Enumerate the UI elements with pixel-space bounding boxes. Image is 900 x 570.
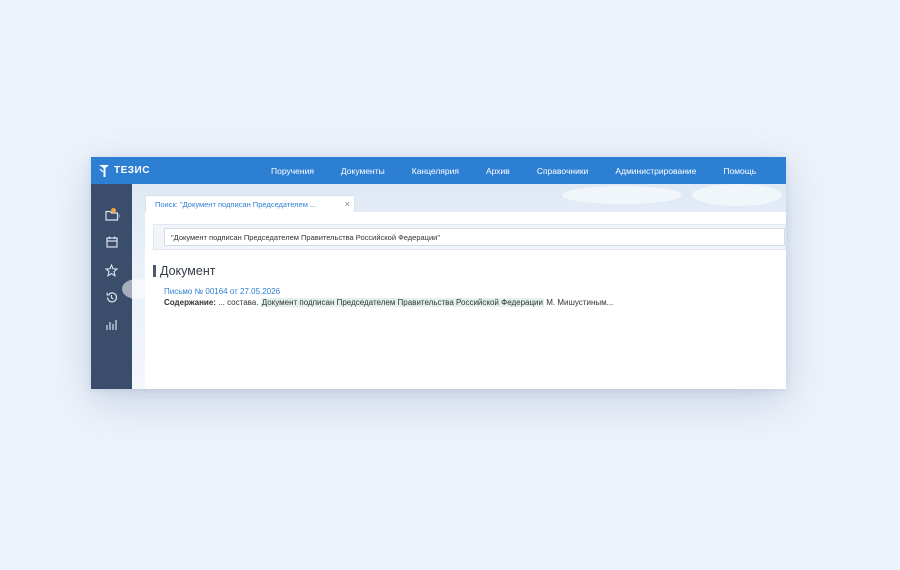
result-content-label: Содержание:	[164, 298, 216, 307]
chevron-right-icon: ›	[118, 211, 121, 220]
sidebar-reports-button[interactable]	[91, 314, 132, 336]
main-nav: Поручения Документы Канцелярия Архив Спр…	[251, 157, 756, 184]
calendar-icon	[105, 236, 118, 248]
section-title-text: Документ	[160, 264, 216, 278]
nav-item-tasks[interactable]: Поручения	[271, 157, 314, 184]
app-logo-text: ТЕЗИС	[114, 165, 150, 176]
nav-item-administration[interactable]: Администрирование	[615, 157, 696, 184]
tab-search-results[interactable]: Поиск: "Документ подписан Председателем …	[145, 195, 355, 213]
nav-item-archive[interactable]: Архив	[486, 157, 510, 184]
tab-search-results-label: Поиск: "Документ подписан Председателем …	[155, 200, 317, 209]
search-bar	[153, 224, 786, 250]
nav-item-office[interactable]: Канцелярия	[412, 157, 459, 184]
result-document-link[interactable]: Письмо № 00164 от 27.05.2026	[164, 287, 280, 296]
history-icon	[106, 291, 118, 302]
top-navigation-bar: ТЕЗИС Поручения Документы Канцелярия Арх…	[91, 157, 786, 184]
result-content-highlight: Документ подписан Председателем Правител…	[260, 298, 544, 307]
nav-item-help[interactable]: Помощь	[723, 157, 756, 184]
app-logo[interactable]: ТЕЗИС	[91, 157, 251, 184]
tab-strip: Поиск: "Документ подписан Председателем …	[145, 195, 786, 213]
tezis-logo-icon	[99, 164, 109, 177]
search-input[interactable]	[164, 228, 785, 246]
nav-item-documents[interactable]: Документы	[341, 157, 385, 184]
sidebar-calendar-button[interactable]	[91, 231, 132, 253]
heading-accent-bar	[153, 265, 156, 277]
result-content-prefix: ... состава.	[218, 298, 259, 307]
app-window: ТЕЗИС Поручения Документы Канцелярия Арх…	[91, 157, 786, 389]
close-icon[interactable]: ×	[345, 199, 350, 209]
main-area: Поиск: "Документ подписан Председателем …	[122, 184, 786, 389]
star-icon	[105, 263, 118, 277]
notification-dot	[111, 208, 116, 213]
section-heading: Документ	[153, 264, 215, 278]
chart-icon	[106, 320, 117, 330]
search-results-panel: Документ Письмо № 00164 от 27.05.2026 Со…	[145, 212, 786, 389]
result-content-suffix: М. Мишустиным...	[546, 298, 614, 307]
sidebar-favorites-button[interactable]	[91, 259, 132, 281]
result-snippet: Содержание: ... состава. Документ подпис…	[164, 298, 613, 307]
nav-item-references[interactable]: Справочники	[537, 157, 589, 184]
sidebar-folder-button[interactable]: ›	[91, 204, 132, 226]
